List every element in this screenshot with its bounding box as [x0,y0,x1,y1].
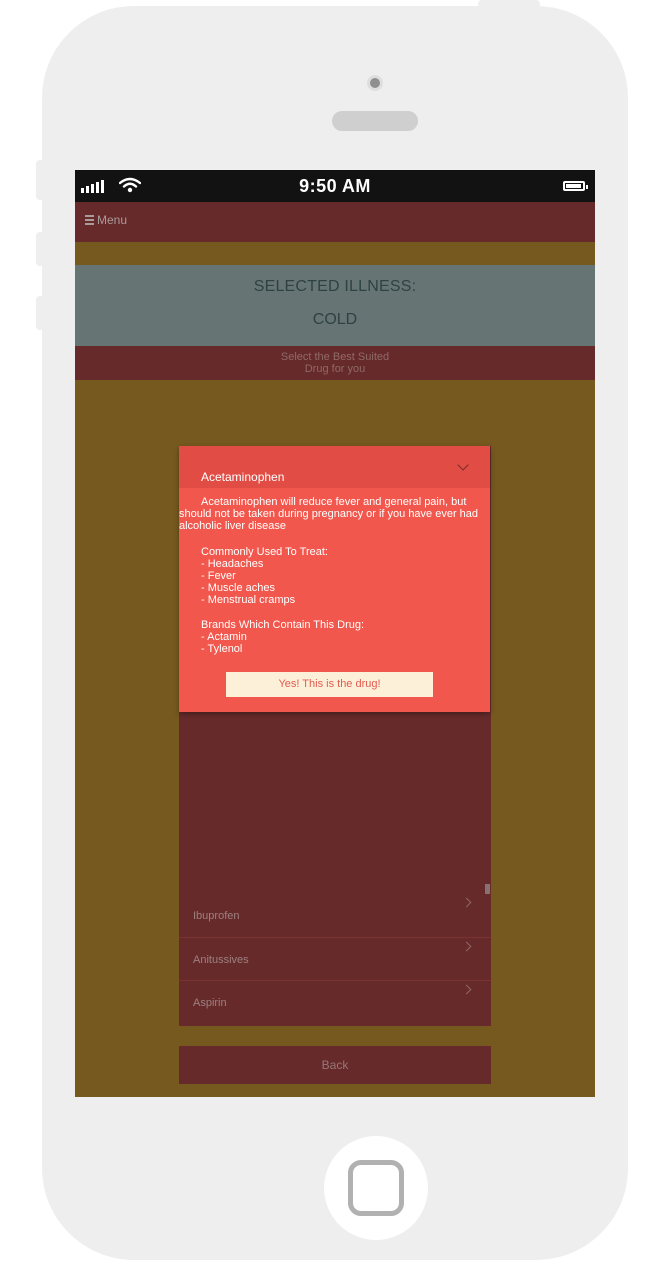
status-bar: 9:50 AM [75,170,595,202]
brands-heading: Brands Which Contain This Drug: [201,619,365,631]
treats-heading: Commonly Used To Treat: [201,546,328,558]
treats-item: - Muscle aches [201,582,275,594]
brand-item: - Tylenol [201,643,243,655]
selected-illness-title: SELECTED ILLNESS: [253,278,417,295]
drug-list: Acetaminophen Acetaminophen will reduce … [179,446,491,1026]
scrollbar-thumb[interactable] [485,884,490,894]
volume-up-button [36,232,44,266]
back-button[interactable]: Back [179,1046,491,1084]
drug-detail-header[interactable]: Acetaminophen [179,446,490,488]
instruction-bar: Select the Best Suited Drug for you [75,346,595,380]
selected-illness-name: COLD [312,311,358,328]
brand-item: - Actamin [201,631,247,643]
drug-detail-title: Acetaminophen [201,470,285,484]
drug-item-ibuprofen[interactable]: Ibuprofen [179,894,491,937]
battery-icon [563,181,588,191]
home-square-icon [348,1160,404,1216]
drug-item-aspirin[interactable]: Aspirin [179,980,491,1023]
menu-label: Menu [97,213,128,227]
drug-item-label: Anitussives [193,954,249,966]
earpiece-speaker [332,111,418,131]
chevron-right-icon [461,941,472,952]
chevron-down-icon[interactable] [457,459,469,471]
drug-detail-body: Acetaminophen will reduce fever and gene… [179,496,490,655]
app-header: Menu [75,202,595,242]
app-screen: 9:50 AM Menu SELECTED ILLNESS: COLD Sele… [75,170,595,1097]
menu-button[interactable]: Menu [85,213,127,227]
drug-description: Acetaminophen will reduce fever and gene… [179,496,479,532]
treats-item: - Headaches [201,558,264,570]
drug-item-label: Aspirin [193,997,227,1009]
home-button[interactable] [324,1136,428,1240]
instruction-line-2: Drug for you [304,363,366,375]
brands-section: Brands Which Contain This Drug: - Actami… [179,619,490,655]
selected-illness-panel: SELECTED ILLNESS: COLD [75,265,595,346]
drug-item-label: Ibuprofen [193,910,240,922]
volume-down-button [36,296,44,330]
power-button [478,0,540,8]
drug-detail-panel: Acetaminophen Acetaminophen will reduce … [179,446,490,712]
treats-section: Commonly Used To Treat: - Headaches - Fe… [179,546,490,606]
front-camera [367,75,383,91]
status-clock: 9:50 AM [299,176,371,196]
instruction-line-1: Select the Best Suited [280,351,390,363]
confirm-drug-button[interactable]: Yes! This is the drug! [226,672,433,697]
hamburger-icon [85,215,94,225]
treats-item: - Menstrual cramps [201,594,296,606]
drug-item-anitussives[interactable]: Anitussives [179,937,491,980]
chevron-right-icon [461,984,472,995]
chevron-right-icon [461,897,472,908]
silent-switch [36,160,44,200]
treats-item: - Fever [201,570,236,582]
